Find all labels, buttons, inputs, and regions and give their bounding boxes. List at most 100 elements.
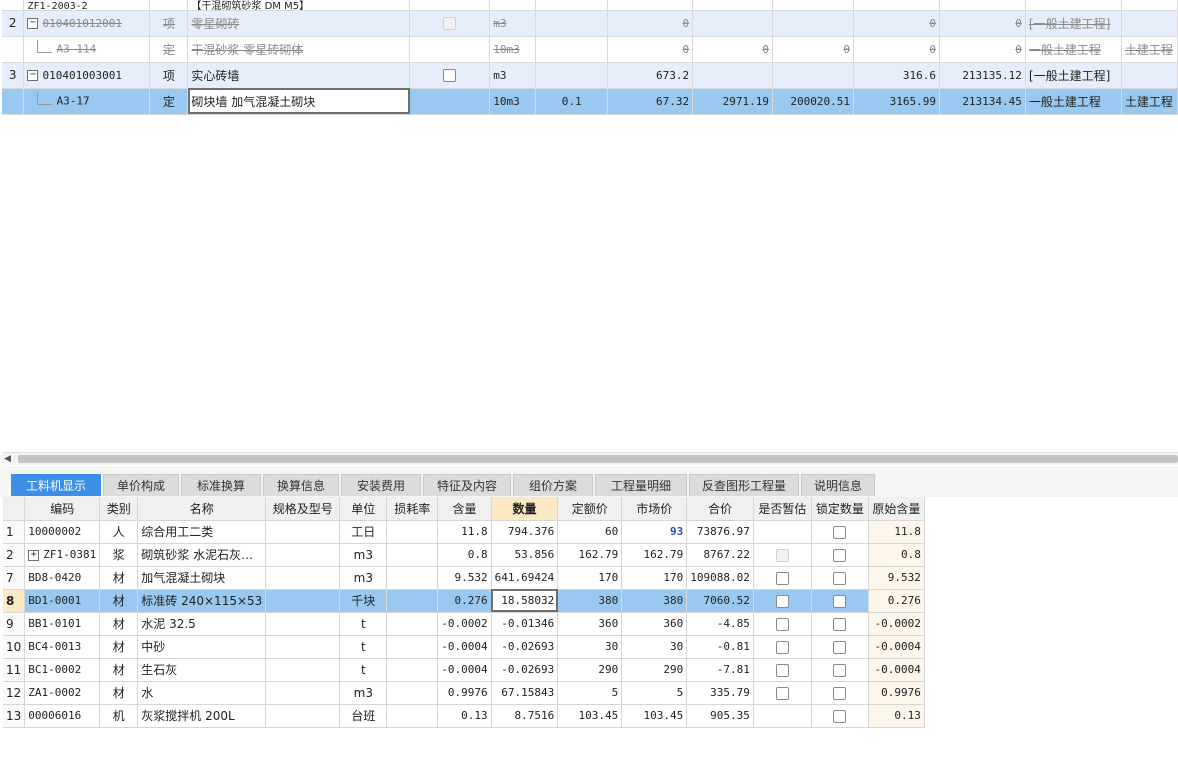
resource-code[interactable]: 00006016 bbox=[24, 704, 101, 728]
tab-2[interactable]: 单价构成 bbox=[103, 474, 179, 496]
lock-quantity-cell[interactable] bbox=[811, 635, 869, 659]
item-checkbox[interactable] bbox=[443, 17, 457, 30]
resource-content[interactable]: -0.0004 bbox=[437, 658, 492, 682]
expand-icon[interactable]: + bbox=[28, 549, 40, 561]
resource-content[interactable]: 0.13 bbox=[437, 704, 492, 728]
resource-loss-rate[interactable] bbox=[386, 543, 439, 567]
item-quantity[interactable] bbox=[535, 62, 609, 89]
item-quantity[interactable] bbox=[535, 0, 609, 11]
lock-quantity-cell[interactable] bbox=[811, 566, 869, 590]
column-header[interactable]: 合价 bbox=[686, 497, 754, 521]
tab-5[interactable]: 安装费用 bbox=[341, 474, 421, 496]
lock-quantity-checkbox[interactable] bbox=[833, 709, 847, 723]
tab-1[interactable]: 工料机显示 bbox=[11, 474, 101, 496]
collapse-icon[interactable]: − bbox=[27, 18, 39, 29]
resource-market-price[interactable]: 360 bbox=[621, 612, 688, 636]
lock-quantity-checkbox[interactable] bbox=[833, 663, 847, 677]
resource-row[interactable]: 8 BD1-0001 材标准砖 240×115×53 千块 0.276 18.58032 3… bbox=[3, 589, 925, 613]
item-quantity[interactable] bbox=[535, 36, 609, 63]
estimate-checkbox[interactable] bbox=[775, 594, 789, 608]
tab-10[interactable]: 说明信息 bbox=[801, 474, 875, 496]
resource-code[interactable]: ZA1-0002 bbox=[24, 681, 101, 705]
estimate-checkbox[interactable] bbox=[775, 548, 789, 562]
item-quantity[interactable] bbox=[535, 10, 609, 37]
estimate-cell[interactable] bbox=[753, 612, 812, 636]
lock-quantity-checkbox[interactable] bbox=[833, 617, 847, 631]
estimate-cell[interactable] bbox=[753, 658, 812, 682]
resource-code[interactable]: + ZF1-0381 bbox=[24, 543, 101, 567]
resource-loss-rate[interactable] bbox=[386, 658, 439, 682]
resource-content[interactable]: 0.276 bbox=[437, 589, 492, 613]
resource-market-price[interactable]: 380 bbox=[621, 589, 688, 613]
resource-loss-rate[interactable] bbox=[386, 520, 439, 544]
column-header[interactable]: 锁定数量 bbox=[811, 497, 869, 521]
resource-market-price[interactable]: 170 bbox=[621, 566, 688, 590]
item-row[interactable]: 2−010401012001 项零星砌砖 m3 0 0 0 [一般土建工程] bbox=[2, 10, 1178, 37]
item-flag-cell[interactable] bbox=[409, 10, 491, 37]
item-name[interactable]: 零星砌砖 bbox=[187, 10, 411, 37]
resource-code[interactable]: BC4-0013 bbox=[24, 635, 101, 659]
resource-loss-rate[interactable] bbox=[386, 704, 439, 728]
item-row[interactable]: A3-17 定砌块墙 加气混凝土砌块 10m3 0.1 67.32 2971.19 2000… bbox=[2, 88, 1178, 115]
resource-spec[interactable] bbox=[265, 589, 341, 613]
resource-quantity[interactable]: 641.69424 bbox=[491, 566, 559, 590]
resource-loss-rate[interactable] bbox=[386, 635, 439, 659]
lock-quantity-checkbox[interactable] bbox=[833, 571, 847, 585]
item-checkbox[interactable] bbox=[443, 69, 457, 82]
resource-code[interactable]: BD8-0420 bbox=[24, 566, 101, 590]
resource-market-price[interactable]: 93 bbox=[621, 520, 688, 544]
lock-quantity-cell[interactable] bbox=[811, 520, 869, 544]
resource-code[interactable]: BB1-0101 bbox=[24, 612, 101, 636]
tab-9[interactable]: 反查图形工程量 bbox=[689, 474, 799, 496]
item-name[interactable]: 实心砖墙 bbox=[187, 62, 411, 89]
resource-name[interactable]: 灰浆搅拌机 200L bbox=[137, 704, 267, 728]
resource-code[interactable]: BC1-0002 bbox=[24, 658, 101, 682]
resource-name[interactable]: 水泥 32.5 bbox=[137, 612, 267, 636]
estimate-checkbox[interactable] bbox=[775, 663, 789, 677]
estimate-cell[interactable] bbox=[753, 589, 812, 613]
column-header[interactable]: 名称 bbox=[137, 497, 267, 521]
item-name[interactable]: 干混砂浆 零星砖砌体 bbox=[187, 36, 411, 63]
tab-7[interactable]: 组价方案 bbox=[513, 474, 593, 496]
resource-row[interactable]: 2 + ZF1-0381 浆砌筑砂浆 水泥石灰… m3 0.8 53.856 162.79 16… bbox=[3, 543, 925, 567]
estimate-cell[interactable] bbox=[753, 543, 812, 567]
estimate-checkbox[interactable] bbox=[775, 640, 789, 654]
item-name[interactable]: 砌块墙 加气混凝土砌块 bbox=[187, 88, 411, 115]
item-row[interactable]: ZF1-2003-2 【干混砌筑砂浆 DM M5】 bbox=[2, 0, 1178, 11]
lock-quantity-cell[interactable] bbox=[811, 704, 869, 728]
column-header[interactable]: 损耗率 bbox=[386, 497, 439, 521]
collapse-icon[interactable]: − bbox=[27, 70, 39, 81]
column-header[interactable]: 市场价 bbox=[621, 497, 688, 521]
resource-row[interactable]: 9 BB1-0101 材水泥 32.5 t -0.0002 -0.01346 360 360-… bbox=[3, 612, 925, 636]
resource-content[interactable]: 9.532 bbox=[437, 566, 492, 590]
estimate-checkbox[interactable] bbox=[775, 686, 789, 700]
resource-market-price[interactable]: 5 bbox=[621, 681, 688, 705]
resource-name[interactable]: 水 bbox=[137, 681, 267, 705]
tab-8[interactable]: 工程量明细 bbox=[595, 474, 687, 496]
resource-quantity[interactable]: 53.856 bbox=[491, 543, 559, 567]
item-row[interactable]: A3-114 定干混砂浆 零星砖砌体 10m3 0 0 0 0 0 一般土建工程 土建工程 bbox=[2, 36, 1178, 63]
estimate-cell[interactable] bbox=[753, 681, 812, 705]
resource-quantity[interactable]: 794.376 bbox=[491, 520, 559, 544]
estimate-cell[interactable] bbox=[753, 566, 812, 590]
resource-row[interactable]: 12 ZA1-0002 材水 m3 0.9976 67.15843 5 5 335.79 0.99… bbox=[3, 681, 925, 705]
estimate-cell[interactable] bbox=[753, 704, 812, 728]
column-header[interactable]: 数量 bbox=[491, 497, 559, 521]
resource-spec[interactable] bbox=[265, 658, 341, 682]
item-quantity[interactable]: 0.1 bbox=[535, 88, 609, 115]
resource-loss-rate[interactable] bbox=[386, 681, 439, 705]
resource-spec[interactable] bbox=[265, 520, 341, 544]
lock-quantity-checkbox[interactable] bbox=[833, 525, 847, 539]
item-row[interactable]: 3−010401003001 项实心砖墙 m3 673.2 316.6 213135.12… bbox=[2, 62, 1178, 89]
tab-3[interactable]: 标准换算 bbox=[181, 474, 261, 496]
resource-name[interactable]: 中砂 bbox=[137, 635, 267, 659]
lock-quantity-cell[interactable] bbox=[811, 681, 869, 705]
resource-name[interactable]: 标准砖 240×115×53 bbox=[137, 589, 267, 613]
resource-market-price[interactable]: 103.45 bbox=[621, 704, 688, 728]
item-flag-cell[interactable] bbox=[409, 36, 491, 63]
resource-quantity[interactable]: 8.7516 bbox=[491, 704, 559, 728]
resource-spec[interactable] bbox=[265, 612, 341, 636]
item-code[interactable]: ZF1-2003-2 bbox=[23, 0, 151, 11]
resource-content[interactable]: -0.0002 bbox=[437, 612, 492, 636]
tab-4[interactable]: 换算信息 bbox=[263, 474, 339, 496]
